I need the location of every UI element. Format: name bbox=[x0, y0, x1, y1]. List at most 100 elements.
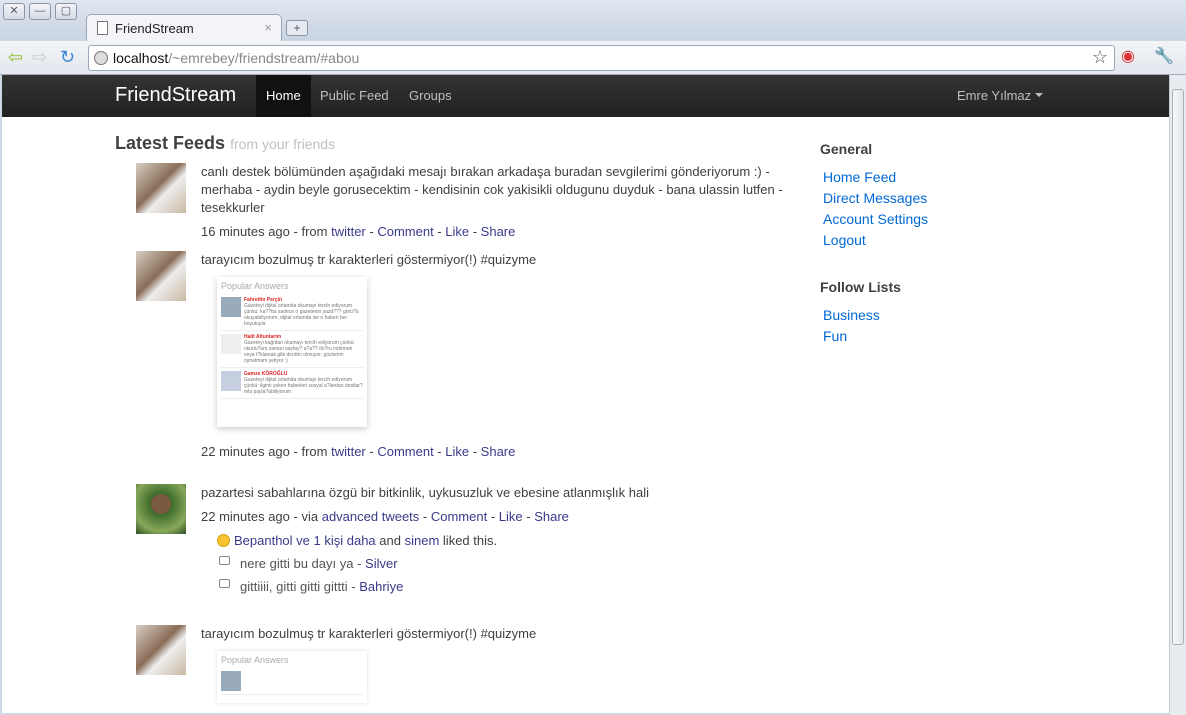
like-link[interactable]: Like bbox=[445, 224, 469, 239]
comment-link[interactable]: Comment bbox=[377, 224, 433, 239]
feed-text: canlı destek bölümünden aşağıdaki mesajı… bbox=[201, 164, 783, 215]
feed-meta: 16 minutes ago - from twitter - Comment … bbox=[201, 224, 516, 239]
tab-title: FriendStream bbox=[115, 21, 194, 36]
comment-link[interactable]: Comment bbox=[377, 444, 433, 459]
answer-text: Gazeteyi kağıttan okumayı tercih ediyoru… bbox=[244, 340, 355, 364]
page: FriendStream Home Public Feed Groups Emr… bbox=[2, 75, 1169, 713]
timestamp: 22 minutes ago bbox=[201, 509, 290, 524]
nav-groups[interactable]: Groups bbox=[399, 75, 462, 117]
follow-list-business[interactable]: Business bbox=[823, 305, 1020, 326]
scrollbar-thumb[interactable] bbox=[1172, 89, 1184, 645]
image-heading: Popular Answers bbox=[221, 281, 289, 291]
extension-icon[interactable]: ◉ bbox=[1121, 48, 1135, 66]
avatar[interactable] bbox=[136, 625, 186, 675]
source-link[interactable]: advanced tweets bbox=[322, 509, 420, 524]
comment-text: nere gitti bu dayı ya bbox=[240, 556, 354, 571]
feed-meta: 22 minutes ago - from twitter - Comment … bbox=[201, 444, 516, 459]
share-link[interactable]: Share bbox=[534, 509, 569, 524]
sidebar-heading: General bbox=[820, 141, 873, 157]
user-menu[interactable]: Emre Yılmaz bbox=[957, 88, 1044, 103]
title-text: Latest Feeds bbox=[115, 133, 226, 153]
browser-tab[interactable]: FriendStream × bbox=[86, 14, 282, 42]
answer-text: Gazeteyi dijital ortamda okumayı tercih … bbox=[244, 303, 359, 327]
minimize-window-button[interactable]: — bbox=[29, 3, 51, 20]
title-bar: ✕ — ▢ FriendStream × + bbox=[0, 0, 1186, 42]
share-link[interactable]: Share bbox=[481, 444, 516, 459]
url-host: localhost bbox=[113, 50, 169, 66]
comment-link[interactable]: Comment bbox=[431, 509, 487, 524]
like-link[interactable]: Like bbox=[499, 509, 523, 524]
user-name: Emre Yılmaz bbox=[957, 88, 1032, 103]
image-heading: Popular Answers bbox=[221, 655, 289, 665]
like-link[interactable]: Like bbox=[445, 444, 469, 459]
liker-link[interactable]: sinem bbox=[405, 533, 440, 548]
sidebar-logout[interactable]: Logout bbox=[823, 230, 1020, 251]
answer-avatar bbox=[221, 297, 241, 317]
attached-image[interactable]: Popular Answers bbox=[217, 651, 367, 703]
back-icon[interactable]: ⇦ bbox=[8, 48, 23, 66]
comment: gittiiii, gitti gitti gittti - Bahriye bbox=[219, 578, 791, 596]
bookmark-star-icon[interactable]: ☆ bbox=[1092, 47, 1108, 68]
answer-text: Gazeteyi dijital ortamda okumayı tercih … bbox=[244, 377, 363, 395]
close-tab-icon[interactable]: × bbox=[264, 20, 272, 35]
url-path: /~emrebey/friendstream/#abou bbox=[168, 50, 360, 66]
attached-image[interactable]: Popular Answers Fahrettin Perçin Gazeteyi… bbox=[217, 277, 367, 427]
source-link[interactable]: twitter bbox=[331, 444, 366, 459]
browser-toolbar: ⇦ ⇨ ↻ localhost/~emrebey/friendstream/#a… bbox=[0, 41, 1186, 75]
brand[interactable]: FriendStream bbox=[115, 84, 236, 107]
feed-text: tarayıcım bozulmuş tr karakterleri göste… bbox=[201, 626, 537, 641]
share-link[interactable]: Share bbox=[481, 224, 516, 239]
reload-icon[interactable]: ↻ bbox=[60, 48, 75, 66]
comment: nere gitti bu dayı ya - Silver bbox=[219, 555, 791, 573]
navbar: FriendStream Home Public Feed Groups Emr… bbox=[2, 75, 1169, 117]
globe-icon bbox=[94, 51, 108, 65]
timestamp: 22 minutes ago bbox=[201, 444, 290, 459]
answer-avatar bbox=[221, 334, 241, 354]
answer bbox=[221, 671, 363, 695]
nav-home[interactable]: Home bbox=[256, 75, 311, 117]
comment-bubble-icon bbox=[219, 556, 230, 565]
comment-bubble-icon bbox=[219, 579, 230, 588]
wrench-icon[interactable]: 🔧 bbox=[1154, 48, 1174, 66]
new-tab-button[interactable]: + bbox=[286, 20, 308, 36]
page-icon bbox=[97, 21, 108, 35]
avatar[interactable] bbox=[136, 251, 186, 301]
via-label: from bbox=[301, 224, 328, 239]
and-label: and bbox=[379, 533, 401, 548]
sidebar-home-feed[interactable]: Home Feed bbox=[823, 167, 1020, 188]
comment-author-link[interactable]: Bahriye bbox=[359, 579, 403, 594]
feed-text: tarayıcım bozulmuş tr karakterleri göste… bbox=[201, 252, 537, 267]
follow-list-fun[interactable]: Fun bbox=[823, 326, 1020, 347]
likes-row: Bepanthol ve 1 kişi daha and sinem liked… bbox=[217, 532, 791, 550]
liked-suffix: liked this. bbox=[442, 533, 498, 548]
feed-meta: 22 minutes ago - via advanced tweets - C… bbox=[201, 509, 569, 524]
address-bar[interactable]: localhost/~emrebey/friendstream/#abou ☆ bbox=[88, 45, 1115, 71]
answer-avatar bbox=[221, 671, 241, 691]
sidebar-general: General Home Feed Direct Messages Accoun… bbox=[820, 141, 1020, 251]
answer-avatar bbox=[221, 371, 241, 391]
maximize-window-button[interactable]: ▢ bbox=[55, 3, 77, 20]
page-subtitle: from your friends bbox=[230, 136, 336, 152]
forward-icon[interactable]: ⇨ bbox=[32, 48, 47, 66]
avatar[interactable] bbox=[136, 163, 186, 213]
via-label: from bbox=[301, 444, 328, 459]
sidebar-heading: Follow Lists bbox=[820, 279, 901, 295]
caret-down-icon bbox=[1035, 92, 1044, 101]
vertical-scrollbar[interactable] bbox=[1169, 75, 1186, 715]
sidebar-direct-messages[interactable]: Direct Messages bbox=[823, 188, 1020, 209]
answer: Halit Altuntarim Gazeteyi kağıttan okumay… bbox=[221, 334, 363, 368]
comment-text: gittiiii, gitti gitti gittti bbox=[240, 579, 348, 594]
smiley-icon bbox=[217, 534, 230, 547]
close-window-button[interactable]: ✕ bbox=[3, 3, 25, 20]
answer: Gamze KÖROĞLU Gazeteyi dijital ortamda ok… bbox=[221, 371, 363, 399]
likers-link[interactable]: Bepanthol ve 1 kişi daha bbox=[234, 533, 376, 548]
sidebar-follow-lists: Follow Lists Business Fun bbox=[820, 279, 1020, 347]
nav-public-feed[interactable]: Public Feed bbox=[310, 75, 399, 117]
feed-text: pazartesi sabahlarına özgü bir bitkinlik… bbox=[201, 485, 650, 500]
sidebar-account-settings[interactable]: Account Settings bbox=[823, 209, 1020, 230]
avatar[interactable] bbox=[136, 484, 186, 534]
answer: Fahrettin Perçin Gazeteyi dijital ortamda… bbox=[221, 297, 363, 331]
source-link[interactable]: twitter bbox=[331, 224, 366, 239]
page-title: Latest Feeds from your friends bbox=[115, 133, 335, 154]
comment-author-link[interactable]: Silver bbox=[365, 556, 398, 571]
